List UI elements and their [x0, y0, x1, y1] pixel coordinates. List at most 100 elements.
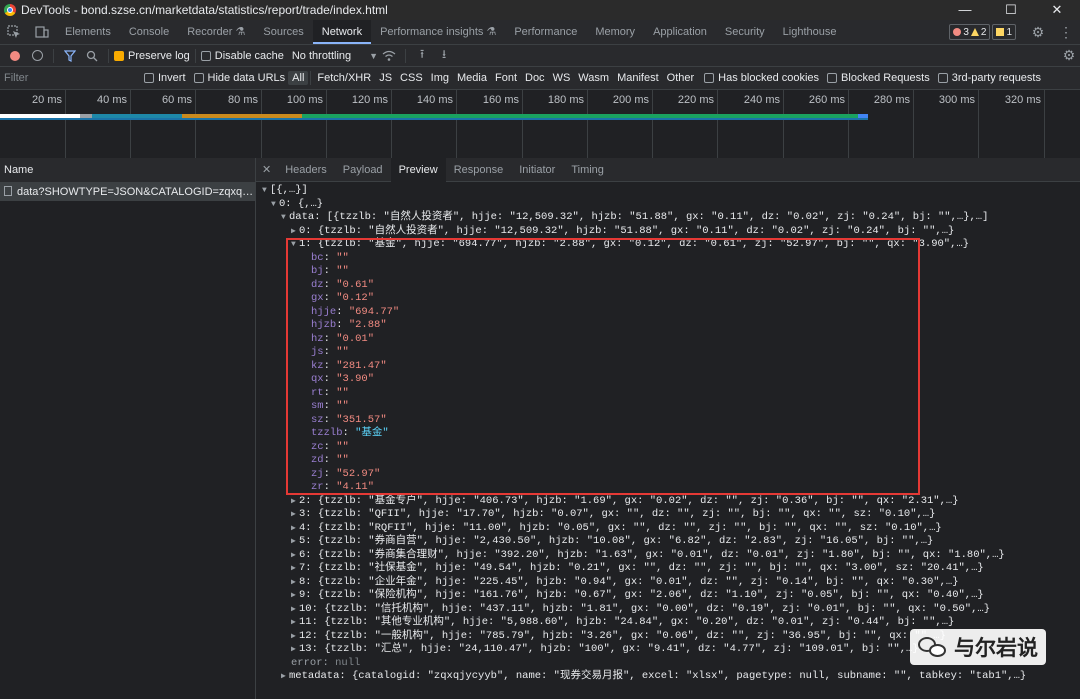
search-icon: [86, 50, 98, 61]
filter-type-img[interactable]: Img: [427, 71, 453, 85]
throttling-select[interactable]: No throttling: [292, 50, 351, 62]
tree-data-array[interactable]: ▼ data: [{tzzlb: "自然人投资者", hjje: "12,509.…: [256, 211, 1080, 225]
timeline-tick: 60 ms: [162, 90, 196, 158]
clear-button[interactable]: [26, 45, 48, 67]
tab-response[interactable]: Response: [446, 158, 512, 182]
tree-root[interactable]: ▼ [{,…}]: [256, 184, 1080, 198]
network-overview-timeline[interactable]: 20 ms 40 ms 60 ms 80 ms 100 ms 120 ms 14…: [0, 90, 1080, 159]
filter-type-manifest[interactable]: Manifest: [613, 71, 663, 85]
disable-cache-checkbox[interactable]: [200, 50, 211, 61]
chrome-icon: [4, 4, 16, 16]
warning-count: 2: [980, 26, 987, 38]
timeline-tick: 220 ms: [678, 90, 718, 158]
tab-performance-insights[interactable]: Performance insights ⚗: [371, 20, 505, 44]
network-toolbar: Preserve log Disable cache No throttling…: [0, 45, 1080, 67]
filter-type-js[interactable]: JS: [375, 71, 396, 85]
collapsed-arrow-icon: ▶: [291, 645, 296, 654]
tree-row[interactable]: ▶ 4: {tzzlb: "RQFII", hjje: "11.00", hjzb…: [256, 522, 1080, 536]
tree-row[interactable]: ▶ 11: {tzzlb: "其他专业机构", hjje: "5,988.60",…: [256, 616, 1080, 630]
filter-type-css[interactable]: CSS: [396, 71, 427, 85]
tab-memory[interactable]: Memory: [586, 20, 644, 44]
filter-type-ws[interactable]: WS: [549, 71, 575, 85]
tree-row-0[interactable]: ▶ 0: {tzzlb: "自然人投资者", hjje: "12,509.32",…: [256, 225, 1080, 239]
error-count: 3: [963, 26, 969, 38]
tree-row[interactable]: ▶ 10: {tzzlb: "信托机构", hjje: "437.11", hjz…: [256, 603, 1080, 617]
maximize-button[interactable]: ☐: [988, 0, 1034, 20]
tree-row-summary: 8: {tzzlb: "企业年金", hjje: "225.45", hjzb:…: [299, 575, 959, 588]
timeline-tick: 260 ms: [809, 90, 849, 158]
tab-timing[interactable]: Timing: [563, 158, 612, 182]
collapsed-arrow-icon: ▶: [291, 604, 296, 614]
inspect-element-icon[interactable]: [0, 20, 28, 44]
tree-row[interactable]: ▶ 9: {tzzlb: "保险机构", hjje: "161.76", hjzb…: [256, 589, 1080, 603]
search-button[interactable]: [81, 45, 103, 67]
watermark: 与尔岩说: [910, 629, 1046, 665]
tab-lighthouse[interactable]: Lighthouse: [774, 20, 846, 44]
filter-type-all[interactable]: All: [288, 71, 309, 85]
device-toolbar-icon[interactable]: [28, 20, 56, 44]
third-party-label: 3rd-party requests: [951, 72, 1041, 84]
tab-console[interactable]: Console: [120, 20, 178, 44]
timeline-tick: 180 ms: [548, 90, 588, 158]
network-settings-gear-icon[interactable]: ⚙: [1058, 45, 1080, 67]
tab-security[interactable]: Security: [716, 20, 774, 44]
settings-gear-icon[interactable]: ⚙: [1024, 20, 1052, 44]
export-har-button[interactable]: ⭳: [433, 45, 455, 67]
filter-type-media[interactable]: Media: [453, 71, 491, 85]
tree-row[interactable]: ▶ 6: {tzzlb: "券商集合理财", hjje: "392.20", hj…: [256, 549, 1080, 563]
issues-badge[interactable]: 3 2: [949, 24, 991, 40]
filter-input[interactable]: Filter: [4, 72, 144, 84]
collapsed-arrow-icon: ▶: [291, 564, 296, 573]
tab-payload[interactable]: Payload: [335, 158, 391, 182]
tab-application[interactable]: Application: [644, 20, 716, 44]
filter-type-wasm[interactable]: Wasm: [574, 71, 613, 85]
tab-sources[interactable]: Sources: [254, 20, 312, 44]
preserve-log-checkbox[interactable]: [114, 50, 124, 61]
hide-data-urls-checkbox[interactable]: [193, 73, 204, 83]
record-icon: [10, 50, 20, 61]
filter-type-font[interactable]: Font: [491, 71, 521, 85]
error-icon: [953, 28, 962, 36]
tab-initiator[interactable]: Initiator: [511, 158, 563, 182]
window-title: DevTools - bond.szse.cn/marketdata/stati…: [21, 3, 388, 17]
timeline-tick: 80 ms: [228, 90, 262, 158]
tab-performance[interactable]: Performance: [505, 20, 586, 44]
tree-row[interactable]: ▶ 8: {tzzlb: "企业年金", hjje: "225.45", hjzb…: [256, 576, 1080, 590]
tab-network[interactable]: Network: [312, 20, 372, 44]
filter-toggle-button[interactable]: [59, 45, 81, 67]
timeline-tick: 100 ms: [287, 90, 327, 158]
request-row[interactable]: data?SHOWTYPE=JSON&CATALOGID=zqxqjycyyb.…: [0, 183, 255, 201]
divider: [108, 48, 109, 63]
tree-row[interactable]: ▶ 3: {tzzlb: "QFII", hjje: "17.70", hjzb:…: [256, 508, 1080, 522]
tab-elements[interactable]: Elements: [56, 20, 120, 44]
name-column-header[interactable]: Name: [0, 158, 255, 183]
blocked-cookies-checkbox[interactable]: [704, 73, 715, 83]
more-options-icon[interactable]: ⋮: [1052, 20, 1080, 44]
record-button[interactable]: [4, 45, 26, 67]
third-party-checkbox[interactable]: [937, 73, 948, 83]
import-har-button[interactable]: ⭱: [411, 45, 433, 67]
collapsed-arrow-icon: ▶: [291, 496, 296, 506]
tab-headers[interactable]: Headers: [277, 158, 335, 182]
filter-type-fetch-xhr[interactable]: Fetch/XHR: [313, 71, 375, 85]
minimize-button[interactable]: —: [942, 0, 988, 20]
timeline-tick: 40 ms: [97, 90, 131, 158]
close-detail-button[interactable]: ✕: [256, 158, 277, 182]
collapsed-arrow-icon: ▶: [291, 537, 296, 546]
info-badge[interactable]: 1: [992, 24, 1016, 40]
tree-row[interactable]: ▶ 2: {tzzlb: "基金专户", hjje: "406.73", hjzb…: [256, 495, 1080, 509]
tree-item-0[interactable]: ▼ 0: {,…}: [256, 198, 1080, 212]
network-conditions-button[interactable]: [378, 45, 400, 67]
tree-metadata[interactable]: ▶ metadata: {catalogid: "zqxqjycyyb", nam…: [256, 670, 1080, 684]
tree-row-summary: 4: {tzzlb: "RQFII", hjje: "11.00", hjzb:…: [299, 521, 942, 534]
invert-checkbox[interactable]: [144, 73, 154, 83]
filter-type-doc[interactable]: Doc: [521, 71, 549, 85]
tree-row[interactable]: ▶ 7: {tzzlb: "社保基金", hjje: "49.54", hjzb:…: [256, 562, 1080, 576]
tab-recorder[interactable]: Recorder ⚗: [178, 20, 254, 44]
blocked-requests-checkbox[interactable]: [827, 73, 838, 83]
filter-type-other[interactable]: Other: [663, 71, 699, 85]
tree-row[interactable]: ▶ 5: {tzzlb: "券商自营", hjje: "2,430.50", hj…: [256, 535, 1080, 549]
close-window-button[interactable]: ✕: [1034, 0, 1080, 20]
collapsed-arrow-icon: ▶: [291, 510, 296, 519]
tab-preview[interactable]: Preview: [390, 157, 446, 182]
